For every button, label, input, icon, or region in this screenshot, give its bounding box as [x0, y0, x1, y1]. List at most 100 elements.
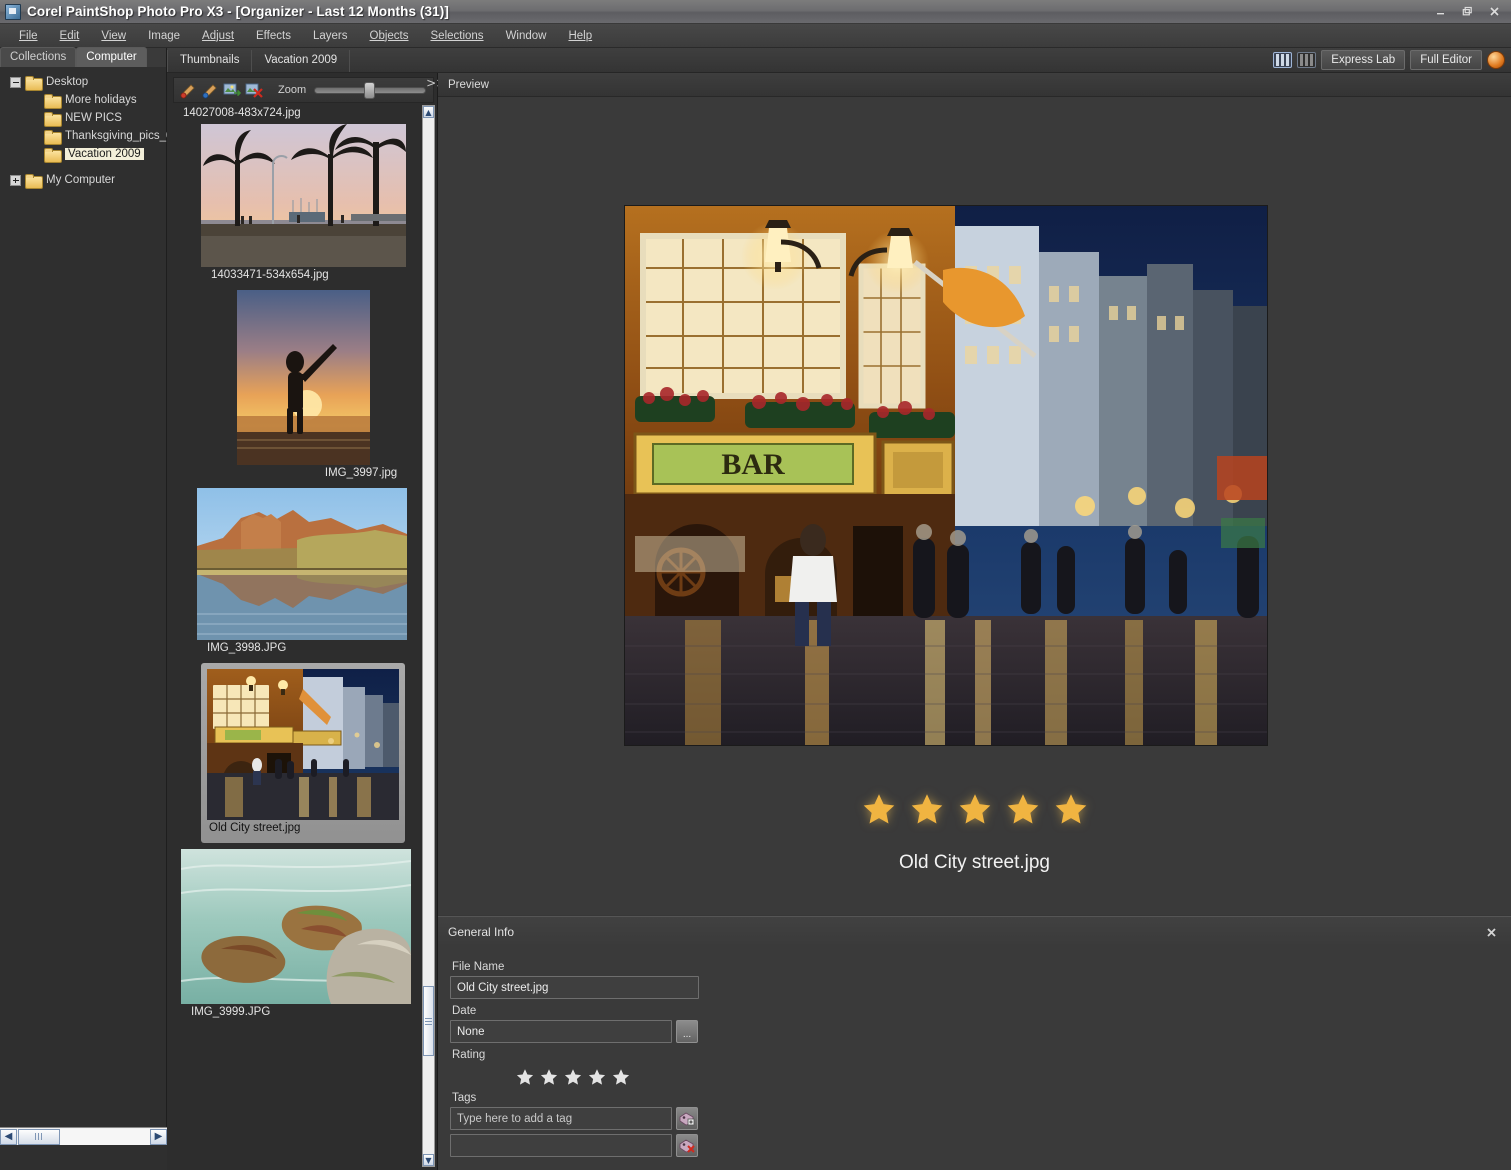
tree-item-label: NEW PICS: [65, 112, 122, 124]
tree-item-thanksgiving-pics[interactable]: Thanksgiving_pics_0': [6, 127, 175, 145]
star-icon[interactable]: [1054, 792, 1088, 826]
tab-thumbnails[interactable]: Thumbnails: [167, 50, 253, 72]
tree-item-new-pics[interactable]: NEW PICS: [6, 109, 166, 127]
single-view-icon[interactable]: [1297, 52, 1317, 68]
tab-vacation-2009[interactable]: Vacation 2009: [252, 50, 351, 72]
list-item[interactable]: 14027008-483x724.jpg: [173, 105, 411, 122]
rating-label: Rating: [452, 1049, 486, 1061]
menu-objects[interactable]: Objects: [359, 27, 420, 45]
star-icon[interactable]: [1006, 792, 1040, 826]
tree-item-vacation-2009[interactable]: Vacation 2009: [6, 145, 166, 163]
scroll-down-icon[interactable]: ▼: [423, 1154, 434, 1166]
split-view-icon[interactable]: [1273, 52, 1293, 68]
menu-effects[interactable]: Effects: [245, 27, 302, 45]
tree-item-desktop[interactable]: Desktop: [6, 73, 166, 91]
list-item[interactable]: Old City street.jpg: [201, 663, 405, 843]
thumbnail-image[interactable]: [207, 669, 399, 820]
preview-panel: Preview BAR Old City street.jpg: [438, 73, 1511, 916]
thumbnail-image[interactable]: [201, 124, 406, 267]
add-tag-icon[interactable]: [676, 1107, 698, 1130]
full-editor-button[interactable]: Full Editor: [1410, 50, 1482, 70]
expander-collapse-icon[interactable]: [10, 76, 21, 88]
tab-collections[interactable]: Collections: [0, 47, 77, 67]
zoom-slider[interactable]: [314, 81, 427, 99]
application-window: Corel PaintShop Photo Pro X3 - [Organize…: [0, 0, 1511, 1170]
list-item[interactable]: IMG_3998.JPG: [197, 488, 423, 657]
list-item[interactable]: IMG_3997.jpg: [237, 290, 423, 482]
close-icon[interactable]: [1481, 922, 1501, 942]
folder-icon: [44, 93, 62, 109]
help-icon[interactable]: [1487, 51, 1505, 69]
rotate-left-icon[interactable]: [178, 81, 198, 99]
folder-icon: [44, 147, 62, 163]
thumbnail-panel: Zoom >> 14027008-483x724.jpg 14033471-53…: [167, 73, 446, 1170]
file-name-label: File Name: [452, 961, 505, 973]
preview-body: BAR Old City street.jpg: [438, 97, 1511, 915]
app-icon: [5, 3, 21, 20]
horizontal-scroll-thumb[interactable]: [18, 1128, 60, 1145]
rating-stars[interactable]: [450, 1064, 1511, 1086]
horizontal-scroll-track[interactable]: [60, 1128, 150, 1145]
file-name-field[interactable]: [450, 976, 699, 999]
tags-input[interactable]: [450, 1107, 672, 1130]
tab-computer[interactable]: Computer: [76, 47, 147, 67]
star-icon[interactable]: [862, 792, 896, 826]
zoom-slider-handle[interactable]: [364, 82, 376, 99]
share-icon[interactable]: [222, 81, 242, 99]
thumbnail-label: IMG_3998.JPG: [207, 642, 287, 654]
scroll-up-icon[interactable]: ▲: [423, 106, 434, 118]
thumbnail-image[interactable]: [181, 849, 411, 1004]
navigation-tabs: Collections Computer: [0, 47, 166, 67]
delete-icon[interactable]: [244, 81, 264, 99]
close-icon[interactable]: [1482, 2, 1507, 20]
star-icon[interactable]: [910, 792, 944, 826]
thumbnail-image[interactable]: [237, 290, 370, 465]
preview-image[interactable]: BAR: [624, 205, 1268, 746]
tree-item-more-holidays[interactable]: More holidays: [6, 91, 166, 109]
menu-view[interactable]: View: [90, 27, 137, 45]
scroll-left-icon[interactable]: ◀: [0, 1128, 17, 1145]
star-icon[interactable]: [540, 1068, 558, 1086]
menu-adjust[interactable]: Adjust: [191, 27, 245, 45]
menu-layers[interactable]: Layers: [302, 27, 359, 45]
date-field[interactable]: [450, 1020, 672, 1043]
general-info-title: General Info: [448, 925, 515, 939]
svg-text:BAR: BAR: [721, 448, 785, 481]
menu-window[interactable]: Window: [495, 27, 558, 45]
list-item[interactable]: IMG_3999.JPG: [181, 849, 419, 1021]
star-icon[interactable]: [516, 1068, 534, 1086]
scroll-right-icon[interactable]: ▶: [150, 1128, 167, 1145]
star-icon[interactable]: [612, 1068, 630, 1086]
workspace-actions: Express Lab Full Editor: [1273, 50, 1511, 72]
vertical-scroll-thumb[interactable]: [423, 986, 434, 1056]
preview-header: Preview: [438, 73, 1511, 97]
list-item[interactable]: 14033471-534x654.jpg: [201, 124, 423, 284]
restore-icon[interactable]: [1455, 2, 1480, 20]
folder-icon: [44, 111, 62, 127]
thumbnail-list[interactable]: 14027008-483x724.jpg 14033471-534x654.jp…: [173, 105, 423, 1167]
navigation-horizontal-scrollbar[interactable]: ◀ ▶: [0, 1127, 167, 1145]
star-icon[interactable]: [564, 1068, 582, 1086]
thumbnail-image[interactable]: [197, 488, 407, 640]
menu-edit[interactable]: Edit: [49, 27, 91, 45]
preview-rating[interactable]: [438, 792, 1511, 826]
menu-file[interactable]: File: [8, 27, 49, 45]
tree-item-my-computer[interactable]: My Computer: [6, 171, 166, 189]
workspace-tab-strip: Thumbnails Vacation 2009 Express Lab Ful…: [167, 48, 1511, 73]
star-icon[interactable]: [958, 792, 992, 826]
thumbnail-vertical-scrollbar[interactable]: ▲ ▼: [422, 105, 435, 1167]
express-lab-button[interactable]: Express Lab: [1321, 50, 1406, 70]
preview-title: Preview: [448, 78, 489, 91]
menu-selections[interactable]: Selections: [420, 27, 495, 45]
tree-item-label: Thanksgiving_pics_0': [65, 130, 175, 142]
star-icon[interactable]: [588, 1068, 606, 1086]
rotate-right-icon[interactable]: [200, 81, 220, 99]
menu-image[interactable]: Image: [137, 27, 191, 45]
minimize-icon[interactable]: [1428, 2, 1453, 20]
menu-help[interactable]: Help: [557, 27, 603, 45]
remove-tag-icon[interactable]: [676, 1134, 698, 1157]
tags-secondary-input[interactable]: [450, 1134, 672, 1157]
date-browse-button[interactable]: ...: [676, 1020, 698, 1043]
expander-expand-icon[interactable]: [10, 174, 21, 186]
thumbnail-label: Old City street.jpg: [209, 822, 301, 834]
